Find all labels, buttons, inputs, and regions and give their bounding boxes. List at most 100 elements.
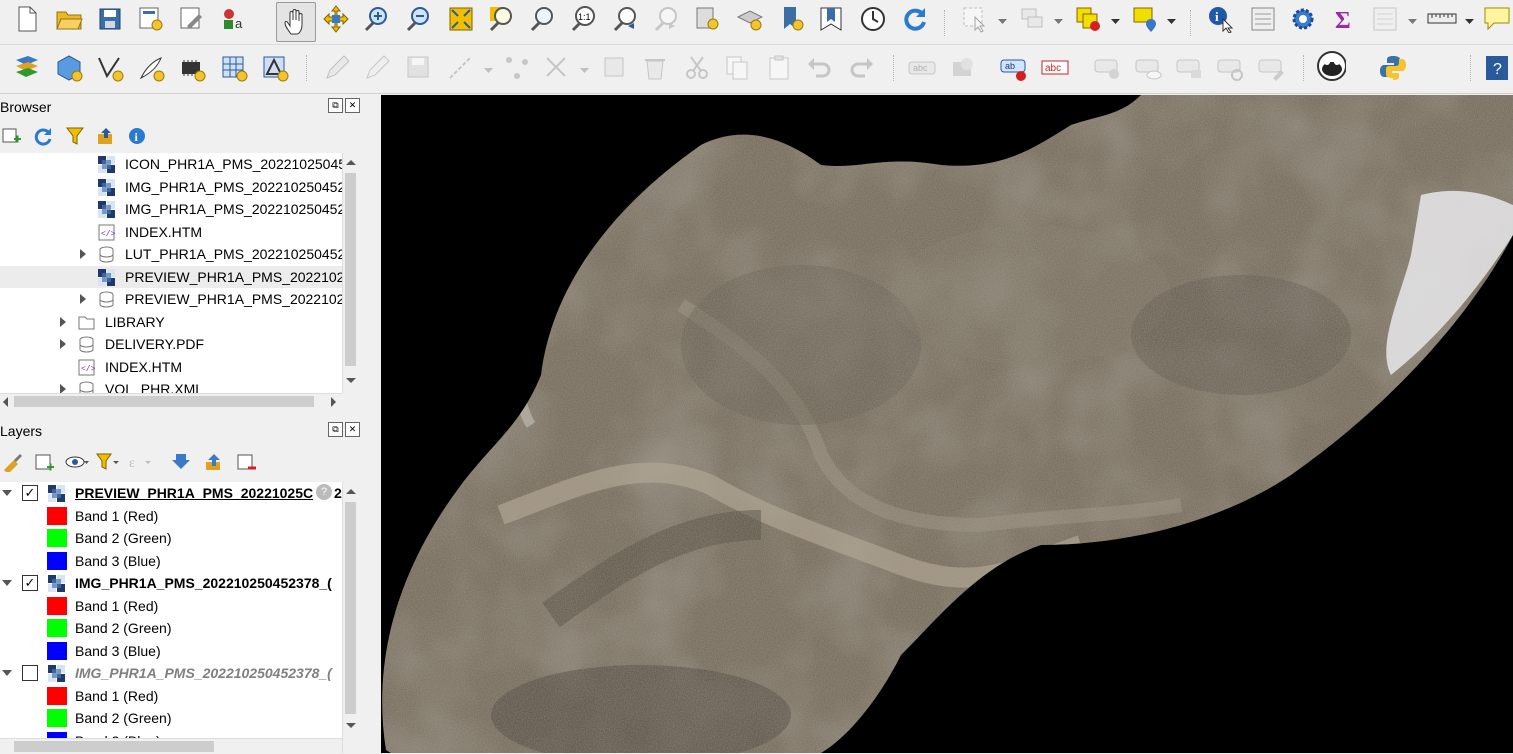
style-manager-icon[interactable]: a <box>219 4 249 34</box>
expand-all-icon[interactable] <box>172 452 194 472</box>
expand-arrow-icon[interactable] <box>60 339 66 349</box>
show-spatial-bookmarks-icon[interactable] <box>816 4 846 34</box>
show-bookmarks-icon[interactable] <box>735 4 765 34</box>
annotation-icon[interactable] <box>1482 4 1512 34</box>
pan-to-selection-icon[interactable] <box>321 4 351 34</box>
save-edits-icon[interactable] <box>404 53 434 83</box>
browser-item[interactable]: </> INDEX.HTM <box>0 356 342 378</box>
zoom-to-selection-icon[interactable] <box>487 4 517 34</box>
zoom-last-icon[interactable] <box>611 4 641 34</box>
close-panel-icon[interactable]: ✕ <box>345 98 360 113</box>
deselect-icon[interactable] <box>1073 4 1103 34</box>
collapse-arrow-icon[interactable] <box>2 580 12 586</box>
remove-layer-icon[interactable] <box>236 452 258 472</box>
pan-map-icon[interactable] <box>276 2 316 42</box>
label-tool-icon[interactable]: abc <box>907 53 937 83</box>
collapse-arrow-icon[interactable] <box>2 490 12 496</box>
pin-label-icon[interactable] <box>1093 53 1123 83</box>
measure-dropdown-icon[interactable] <box>1465 17 1474 26</box>
settings-icon[interactable] <box>1288 4 1318 34</box>
zoom-in-icon[interactable] <box>362 4 392 34</box>
browser-item[interactable]: PREVIEW_PHR1A_PMS_20221025 <box>0 265 342 288</box>
style-layer-icon[interactable] <box>2 452 24 472</box>
collapse-layers-icon[interactable] <box>204 452 226 472</box>
save-as-icon[interactable] <box>136 4 166 34</box>
identify-icon[interactable]: i <box>1206 4 1236 34</box>
layers-vscroll-thumb[interactable] <box>345 502 356 714</box>
float-layers-icon[interactable]: ⧉ <box>328 422 343 437</box>
new-geopackage-layer-icon[interactable] <box>54 53 84 83</box>
browser-item[interactable]: VOL_PHR.XML <box>0 378 342 393</box>
new-memory-layer-icon[interactable] <box>177 53 207 83</box>
browser-item[interactable]: DELIVERY.PDF <box>0 333 342 355</box>
add-feature-icon[interactable] <box>446 53 476 83</box>
close-layers-icon[interactable]: ✕ <box>345 422 360 437</box>
delete-dropdown-icon[interactable] <box>580 66 589 75</box>
expand-arrow-icon[interactable] <box>80 249 86 259</box>
browser-item[interactable]: PREVIEW_PHR1A_PMS_20221025 <box>0 288 342 310</box>
data-source-manager-icon[interactable] <box>12 53 42 83</box>
zoom-out-icon[interactable] <box>404 4 434 34</box>
change-label-icon[interactable] <box>1257 53 1287 83</box>
select-features-icon[interactable] <box>960 4 990 34</box>
field-calculator-icon[interactable] <box>1370 4 1400 34</box>
edit-pencil-icon[interactable] <box>362 53 392 83</box>
feature-dropdown-icon[interactable] <box>484 66 493 75</box>
panel-splitter[interactable] <box>366 94 381 753</box>
statistics-icon[interactable] <box>1248 4 1278 34</box>
browser-item[interactable]: ICON_PHR1A_PMS_20221025045 <box>0 153 342 175</box>
filter-browser-icon[interactable] <box>65 126 85 146</box>
paste-features-icon[interactable] <box>764 53 794 83</box>
refresh-icon[interactable] <box>900 4 930 34</box>
browser-vscroll[interactable] <box>342 153 358 393</box>
select-location-icon[interactable] <box>1130 4 1160 34</box>
measure-icon[interactable] <box>1427 4 1457 34</box>
expand-arrow-icon[interactable] <box>60 384 66 393</box>
vertex-tool-icon[interactable] <box>502 53 532 83</box>
browser-item[interactable]: IMG_PHR1A_PMS_202210250452 <box>0 176 342 198</box>
new-shapefile-layer-icon[interactable] <box>95 53 125 83</box>
layer-visibility-checkbox[interactable]: ✓ <box>22 575 38 591</box>
layers-hscroll-thumb[interactable] <box>14 741 214 752</box>
layer-item[interactable]: ✓ IMG_PHR1A_PMS_202210250452378_( <box>0 572 342 594</box>
browser-item[interactable]: IMG_PHR1A_PMS_202210250452 <box>0 198 342 220</box>
attribute-table-icon[interactable] <box>1017 4 1047 34</box>
browser-hscroll[interactable] <box>0 393 342 409</box>
layer-warning-icon[interactable]: ? <box>316 484 332 500</box>
zoom-to-layer-icon[interactable] <box>528 4 558 34</box>
select-dropdown-icon[interactable] <box>998 17 1007 26</box>
manage-visibility-icon[interactable] <box>64 452 90 472</box>
location-dropdown-icon[interactable] <box>1167 17 1176 26</box>
help-icon[interactable]: ? <box>1482 53 1512 83</box>
layers-hscroll[interactable] <box>0 738 342 754</box>
save-project-icon[interactable] <box>95 4 125 34</box>
label-abc-icon[interactable]: abc <box>1040 53 1070 83</box>
filter-legend-icon[interactable] <box>95 452 121 472</box>
label-ab-icon[interactable]: ab <box>999 53 1029 83</box>
sum-icon[interactable]: Σ <box>1330 4 1360 34</box>
browser-item[interactable]: </> INDEX.HTM <box>0 221 342 243</box>
add-selected-layers-icon[interactable] <box>2 126 22 146</box>
digitize-icon[interactable] <box>322 53 352 83</box>
cut-features-icon[interactable] <box>682 53 712 83</box>
zoom-full-icon[interactable] <box>446 4 476 34</box>
expand-arrow-icon[interactable] <box>80 294 86 304</box>
browser-vscroll-thumb[interactable] <box>345 173 356 366</box>
undo-icon[interactable] <box>805 53 835 83</box>
layer-item[interactable]: ✓ PREVIEW_PHR1A_PMS_20221025C? 2 <box>0 482 342 504</box>
rotate-label-icon[interactable] <box>1216 53 1246 83</box>
browser-hscroll-thumb[interactable] <box>14 396 314 407</box>
show-label-icon[interactable] <box>1134 53 1164 83</box>
map-canvas[interactable] <box>381 95 1513 753</box>
info-icon[interactable]: i <box>127 126 147 146</box>
browser-item[interactable]: LIBRARY <box>0 311 342 333</box>
delete-selected-icon[interactable] <box>542 53 572 83</box>
zoom-next-icon[interactable] <box>652 4 682 34</box>
modify-attributes-icon[interactable] <box>600 53 630 83</box>
redo-icon[interactable] <box>846 53 876 83</box>
float-panel-icon[interactable]: ⧉ <box>328 98 343 113</box>
calculator-dropdown-icon[interactable] <box>1408 17 1417 26</box>
layers-vscroll[interactable] <box>342 482 358 753</box>
project-properties-icon[interactable] <box>177 4 207 34</box>
filter-expression-icon[interactable]: ε <box>127 452 153 472</box>
